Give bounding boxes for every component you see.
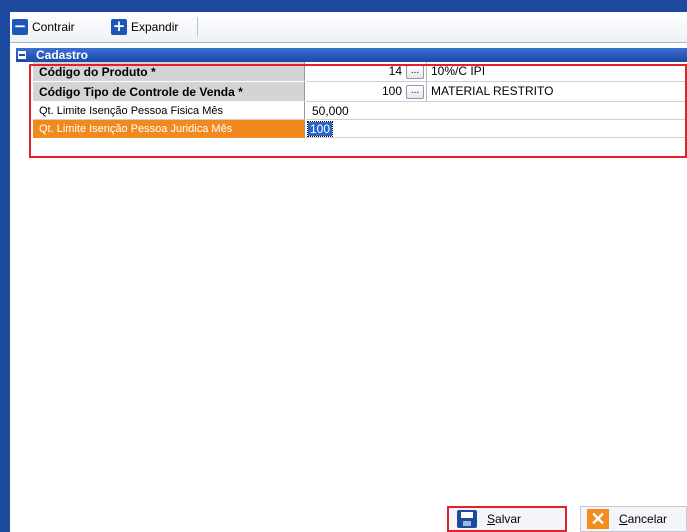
row-limit-individual: Qt. Limite Isenção Pessoa Fisica Mês 50,…: [33, 102, 687, 120]
product-code-label: Código do Produto *: [33, 62, 305, 82]
limit-individual-value[interactable]: 50,000: [312, 104, 349, 118]
expand-label: Expandir: [131, 20, 179, 34]
sale-control-type-lookup-button[interactable]: ...: [406, 85, 424, 99]
minus-icon: −: [12, 17, 28, 35]
collapse-label: Contrair: [32, 20, 75, 34]
product-code-value[interactable]: 14: [306, 64, 402, 78]
save-button[interactable]: Salvar: [447, 506, 567, 532]
toolbar: − Contrair + Expandir: [10, 12, 687, 43]
limit-individual-field[interactable]: 50,000: [306, 102, 687, 120]
toolbar-separator: [197, 17, 198, 37]
window-frame-top: [0, 0, 687, 12]
expand-button[interactable]: + Expandir: [111, 18, 178, 36]
section-title: Cadastro: [36, 48, 89, 62]
product-code-description: 10%/C IPI: [426, 62, 687, 81]
sale-control-type-label: Código Tipo de Controle de Venda *: [33, 82, 305, 102]
product-code-field[interactable]: 14 ... 10%/C IPI: [306, 62, 687, 82]
property-grid: Código do Produto * 14 ... 10%/C IPI Cód…: [33, 62, 687, 138]
limit-individual-label: Qt. Limite Isenção Pessoa Fisica Mês: [33, 102, 305, 120]
section-header-cadastro[interactable]: Cadastro: [16, 48, 687, 62]
product-code-lookup-button[interactable]: ...: [406, 65, 424, 79]
row-product-code: Código do Produto * 14 ... 10%/C IPI: [33, 62, 687, 82]
collapse-button[interactable]: − Contrair: [12, 18, 75, 36]
cancel-button[interactable]: ✕ Cancelar: [580, 506, 687, 532]
collapse-section-icon[interactable]: [18, 51, 26, 59]
floppy-disk-icon: [457, 510, 477, 528]
form-window: − Contrair + Expandir Cadastro Código do…: [10, 12, 687, 532]
sale-control-type-field[interactable]: 100 ... MATERIAL RESTRITO: [306, 82, 687, 102]
row-limit-company: Qt. Limite Isenção Pessoa Juridica Mês 1…: [33, 120, 687, 138]
x-icon: ✕: [587, 509, 609, 529]
row-sale-control-type: Código Tipo de Controle de Venda * 100 .…: [33, 82, 687, 102]
sale-control-type-description: MATERIAL RESTRITO: [426, 82, 687, 101]
limit-company-label: Qt. Limite Isenção Pessoa Juridica Mês: [33, 120, 305, 138]
plus-icon: +: [111, 17, 127, 35]
window-frame-left: [0, 12, 10, 532]
cancel-label: Cancelar: [619, 512, 668, 526]
limit-company-input[interactable]: 100: [306, 121, 334, 137]
limit-company-field[interactable]: 100: [306, 120, 687, 138]
save-label: Salvar: [487, 512, 522, 526]
sale-control-type-value[interactable]: 100: [306, 84, 402, 98]
